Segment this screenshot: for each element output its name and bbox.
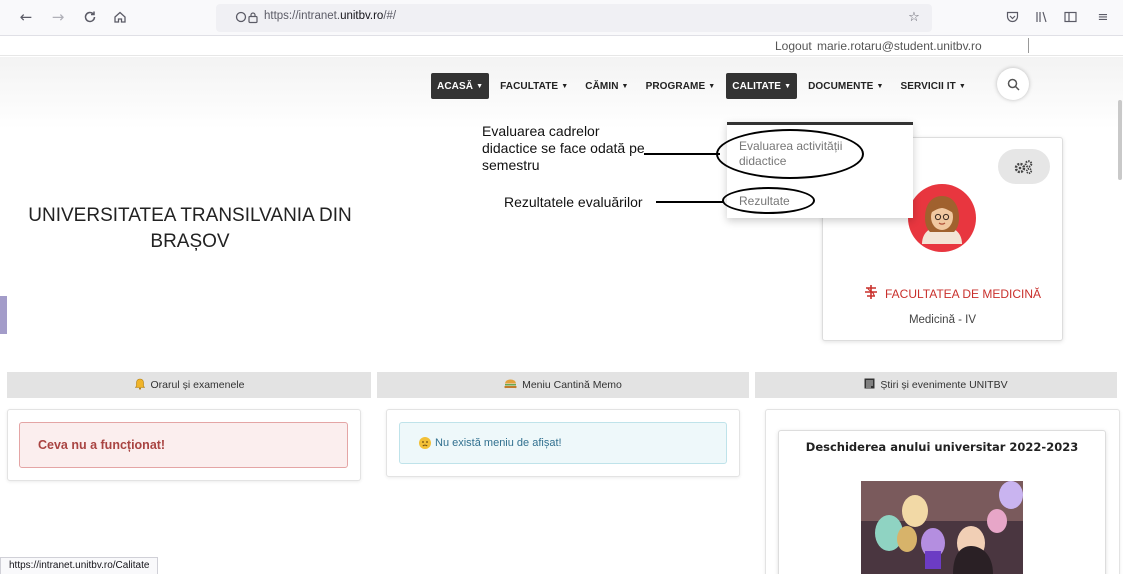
gears-icon (1014, 159, 1033, 174)
info-alert-text: Nu există meniu de afișat! (435, 437, 562, 449)
caret-down-icon: ▼ (876, 82, 884, 90)
news-image[interactable] (861, 481, 1023, 574)
settings-button[interactable] (998, 149, 1050, 184)
forward-icon[interactable]: → (48, 7, 68, 27)
search-button[interactable] (997, 68, 1029, 100)
section-header-canteen: Meniu Cantină Memo (377, 372, 749, 398)
nav-item-servicii-it[interactable]: SERVICII IT ▼ (894, 73, 971, 99)
newspaper-icon (864, 378, 875, 392)
annotation-ellipse (722, 187, 815, 214)
nav-label: CĂMIN (585, 80, 619, 92)
search-icon (1007, 78, 1020, 91)
nav-label: ACASĂ (437, 80, 474, 92)
status-bar-url: https://intranet.unitbv.ro/Calitate (0, 557, 159, 574)
menu-icon[interactable]: ≡ (1094, 8, 1112, 26)
user-bar: Logout marie.rotaru@student.unitbv.ro (0, 36, 1123, 56)
university-title-line: BRAȘOV (150, 231, 230, 252)
nav-label: DOCUMENTE (808, 80, 874, 92)
caret-down-icon: ▼ (621, 82, 629, 90)
info-alert: Nu există meniu de afișat! (399, 422, 727, 464)
sad-face-icon (419, 437, 431, 449)
lock-icon[interactable] (244, 8, 262, 26)
reload-icon[interactable] (80, 7, 100, 27)
error-alert: Ceva nu a funcționat! (19, 422, 348, 468)
faculty-logo-icon (863, 284, 879, 304)
caret-down-icon: ▼ (561, 82, 569, 90)
faculty-name[interactable]: FACULTATEA DE MEDICINĂ (885, 287, 1041, 301)
nav-item-programe[interactable]: PROGRAME ▼ (640, 73, 722, 99)
section-header-schedule: Orarul și examenele (7, 372, 371, 398)
home-icon[interactable] (110, 7, 130, 27)
divider (1028, 38, 1029, 53)
caret-down-icon: ▼ (476, 82, 484, 90)
avatar-illustration (922, 196, 962, 244)
bookmark-star-icon[interactable]: ☆ (905, 8, 923, 26)
annotation-line (656, 201, 724, 203)
logout-link[interactable]: Logout (775, 39, 812, 53)
nav-label: FACULTATE (500, 80, 559, 92)
nav-label: SERVICII IT (900, 80, 956, 92)
nav-item-acasa[interactable]: ACASĂ ▼ (431, 73, 490, 99)
back-icon[interactable]: ← (16, 7, 36, 27)
bell-icon (134, 378, 146, 393)
caret-down-icon: ▼ (708, 82, 716, 90)
nav-item-camin[interactable]: CĂMIN ▼ (579, 73, 634, 99)
program-name: Medicină - IV (908, 314, 977, 326)
news-photo-illustration (861, 481, 1023, 574)
annotation-rezultate: Rezultatele evaluărilor (504, 194, 643, 210)
section-header-news: Știri și evenimente UNITBV (755, 372, 1117, 398)
scrollbar-thumb[interactable] (1118, 100, 1122, 180)
library-icon[interactable] (1032, 8, 1050, 26)
nav-item-facultate[interactable]: FACULTATE ▼ (494, 73, 574, 99)
main-nav: ACASĂ ▼ FACULTATE ▼ CĂMIN ▼ PROGRAME ▼ CALIT… (431, 73, 977, 99)
user-email[interactable]: marie.rotaru@student.unitbv.ro (817, 39, 982, 53)
annotation-ellipse (716, 129, 864, 179)
pocket-icon[interactable] (1003, 8, 1021, 26)
avatar[interactable] (908, 184, 976, 252)
browser-toolbar: ← → https://intranet.unitbv.ro/#/ ☆ ≡ (0, 0, 1123, 36)
url-text[interactable]: https://intranet.unitbv.ro/#/ (264, 10, 396, 22)
section-title: Știri și evenimente UNITBV (880, 379, 1008, 391)
section-title: Meniu Cantină Memo (522, 379, 622, 391)
nav-item-calitate[interactable]: CALITATE ▼ (726, 73, 798, 99)
news-headline[interactable]: Deschiderea anului universitar 2022-2023 (778, 440, 1106, 454)
section-title: Orarul și examenele (150, 379, 245, 391)
university-title-line: UNIVERSITATEA TRANSILVANIA DIN (28, 205, 352, 226)
caret-down-icon: ▼ (784, 82, 792, 90)
nav-label: PROGRAME (645, 80, 706, 92)
side-decoration (0, 296, 7, 334)
annotation-evaluare: Evaluarea cadrelor didactice se face oda… (482, 123, 645, 173)
nav-label: CALITATE (732, 80, 782, 92)
annotation-line (644, 153, 720, 155)
caret-down-icon: ▼ (958, 82, 966, 90)
nav-item-documente[interactable]: DOCUMENTE ▼ (802, 73, 889, 99)
food-icon (504, 378, 517, 392)
university-title: UNIVERSITATEA TRANSILVANIA DIN BRAȘOV (0, 203, 380, 255)
faculty-row: FACULTATEA DE MEDICINĂ (863, 284, 1041, 304)
sidebar-icon[interactable] (1061, 8, 1079, 26)
